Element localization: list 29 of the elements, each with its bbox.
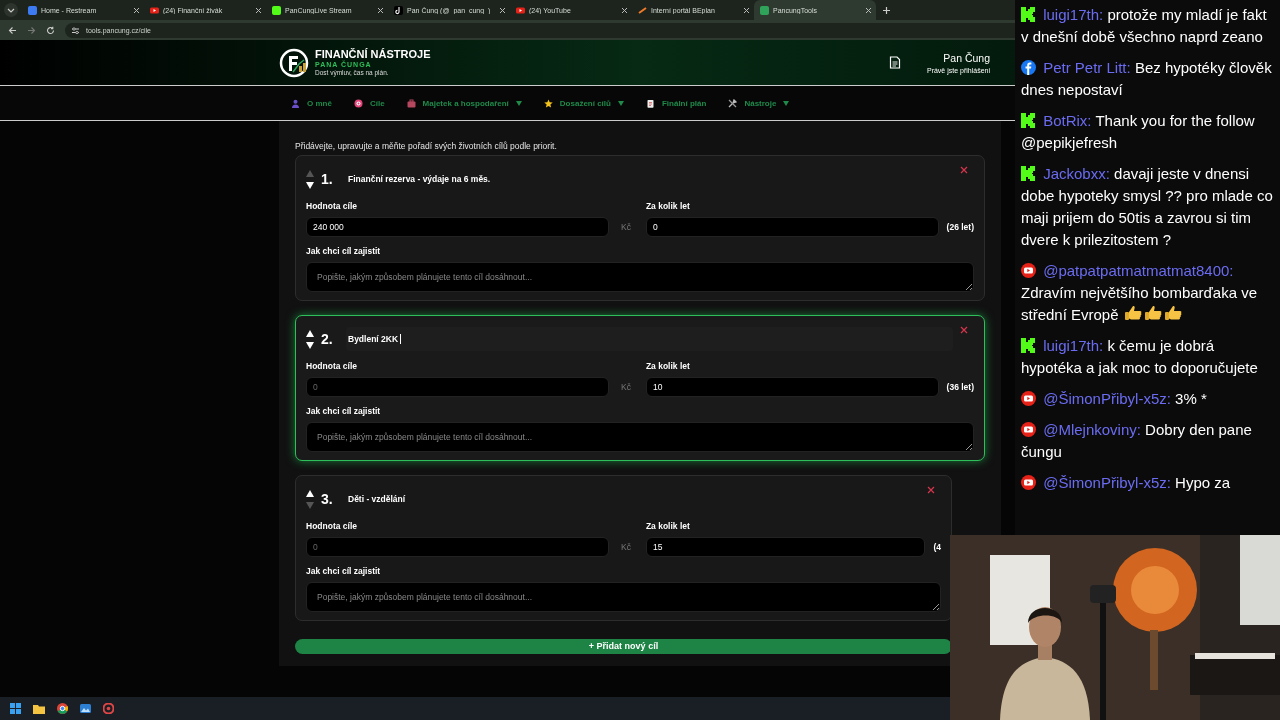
currency-label: Kč xyxy=(621,382,631,392)
currency-label: Kč xyxy=(621,542,631,552)
goal-number: 2. xyxy=(321,331,334,347)
field-label: Za kolik let xyxy=(645,361,691,371)
years-note: (36 let) xyxy=(946,382,974,392)
chat-message: Petr Petr Litt: Bez hypotéky člověk dnes nepostaví xyxy=(1021,58,1273,100)
field-label: Za kolik let xyxy=(645,521,691,531)
chat-message: Jackobxx: davaji jeste v dnensi dobe hypoteky smysl ?? pro mlade co maji prijem do 50tis a zavrou si tim dvere k prilezitostem ? xyxy=(1021,164,1274,250)
field-label: Hodnota cíle xyxy=(306,201,358,211)
chat-message: BotRix: Thank you for the follow @pepikjefresh xyxy=(1021,111,1256,153)
chat-message: @Mlejnkoviny: Dobry den pane čungu xyxy=(1021,420,1253,462)
chat-message: @ŠimonPřibyl-x5z: 3% * xyxy=(1021,388,1276,410)
intro-text: Přidávejte, upravujte a měňte pořadí svých životních cílů podle priorit. xyxy=(295,141,558,151)
chat-message: @ŠimonPřibyl-x5z: Hypo za xyxy=(1021,472,1276,494)
goal-number: 1. xyxy=(321,171,334,187)
field-label: Hodnota cíle xyxy=(306,361,358,371)
chat-message: @patpatpatmatmatmat8400: Zdravím největšího bombarďaka ve střední Evropě xyxy=(1021,261,1258,325)
years-note: (26 let) xyxy=(946,222,974,232)
field-label: Jak chci cíl zajistit xyxy=(306,246,382,256)
field-label: Hodnota cíle xyxy=(306,521,358,531)
currency-label: Kč xyxy=(621,222,631,232)
user-name: Pan Čung xyxy=(943,51,990,64)
chat-message: luigi17th: k čemu je dobrá hypotéka a jak moc to doporučujete xyxy=(1021,336,1259,378)
field-label: Jak chci cíl zajistit xyxy=(306,406,382,416)
field-label: Za kolik let xyxy=(645,201,691,211)
years-note: (4 xyxy=(933,542,941,552)
goal-number: 3. xyxy=(321,491,334,507)
field-label: Jak chci cíl zajistit xyxy=(306,566,382,576)
brand-title: FINANČNÍ NÁSTROJE xyxy=(315,48,431,60)
